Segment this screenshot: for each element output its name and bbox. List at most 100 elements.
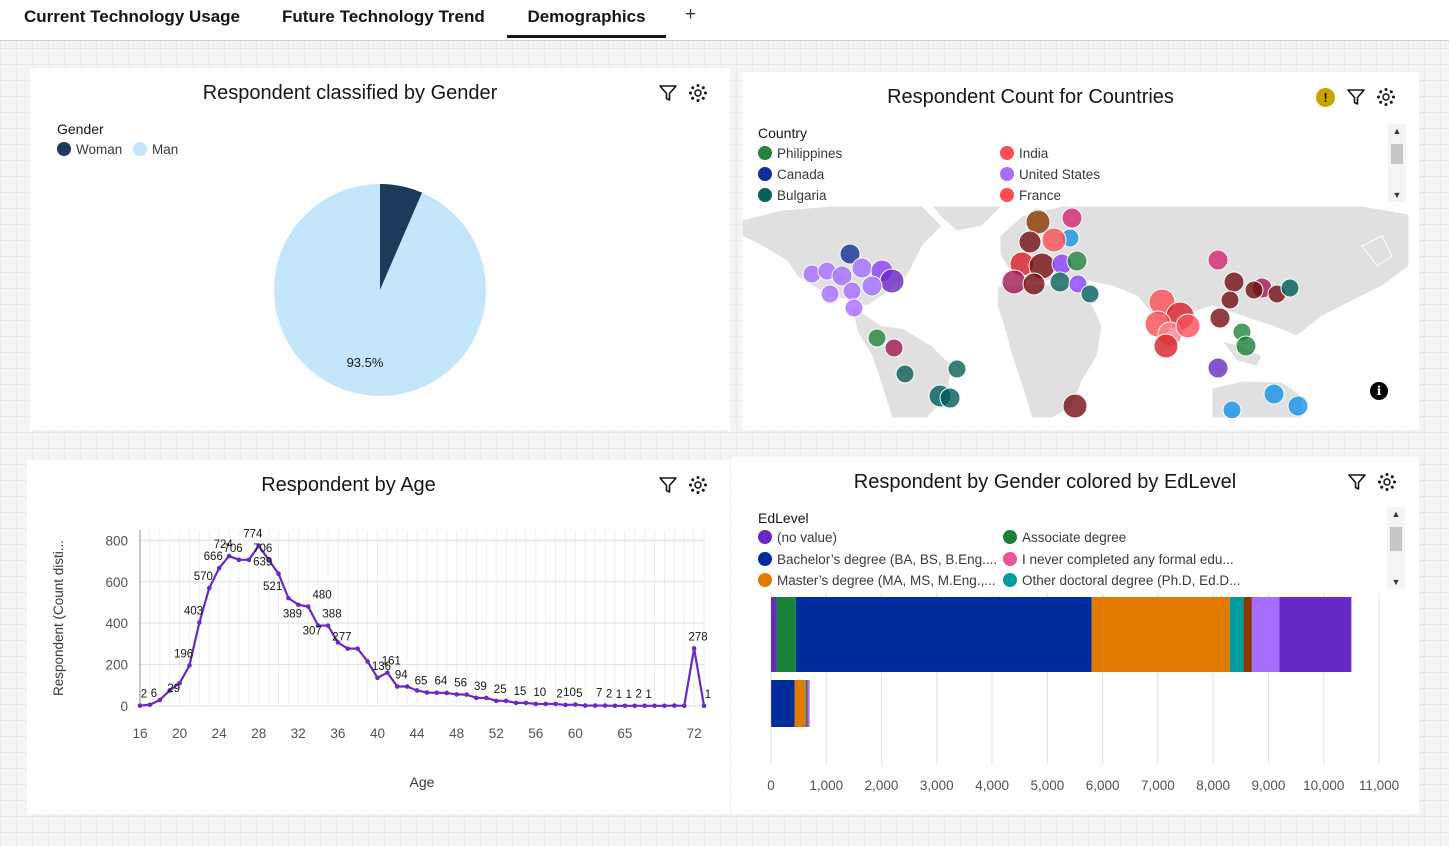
data-point[interactable]: [414, 688, 420, 693]
data-point[interactable]: [246, 557, 252, 563]
data-point[interactable]: [681, 703, 687, 709]
data-point[interactable]: [533, 701, 539, 707]
x-tick-label: 1,000: [809, 778, 843, 793]
data-point[interactable]: [276, 571, 281, 576]
data-point[interactable]: [325, 623, 331, 628]
tab-current-technology-usage[interactable]: Current Technology Usage: [24, 0, 240, 38]
data-point[interactable]: [157, 697, 163, 703]
legend-swatch: [1000, 167, 1014, 181]
data-point[interactable]: [464, 692, 469, 697]
data-point[interactable]: [216, 565, 222, 571]
data-point[interactable]: [612, 703, 618, 709]
legend-item-united-states[interactable]: United States: [1000, 167, 1100, 182]
legend-swatch: [758, 146, 772, 160]
data-point[interactable]: [365, 659, 370, 664]
scroll-up-icon[interactable]: ▲: [1388, 126, 1406, 136]
data-point[interactable]: [513, 700, 519, 706]
legend-item-india[interactable]: India: [1000, 146, 1048, 161]
data-point[interactable]: [424, 690, 430, 695]
data-point[interactable]: [404, 684, 410, 689]
gender-pie-chart[interactable]: 93.5%: [30, 68, 730, 430]
data-point[interactable]: [206, 585, 212, 591]
data-label: 94: [395, 670, 408, 682]
bar-segment-woman[interactable]: [794, 680, 806, 727]
data-point[interactable]: [563, 702, 568, 708]
data-point[interactable]: [493, 698, 499, 704]
bar-segment-man[interactable]: [1091, 597, 1230, 672]
data-point[interactable]: [375, 675, 380, 681]
data-point[interactable]: [474, 695, 479, 701]
data-point[interactable]: [286, 595, 291, 601]
bar-segment-man[interactable]: [776, 597, 796, 672]
legend-item-philippines[interactable]: Philippines: [758, 146, 842, 161]
data-point[interactable]: [394, 684, 400, 689]
data-point[interactable]: [582, 703, 588, 708]
data-point[interactable]: [652, 703, 657, 709]
tab-future-technology-trend[interactable]: Future Technology Trend: [282, 0, 485, 38]
data-point[interactable]: [345, 646, 351, 651]
info-icon[interactable]: i: [1370, 382, 1388, 400]
legend-item-canada[interactable]: Canada: [758, 167, 824, 182]
data-point[interactable]: [236, 557, 242, 563]
data-point[interactable]: [503, 698, 509, 704]
data-label: 1: [626, 689, 632, 701]
data-point[interactable]: [187, 663, 192, 668]
scroll-thumb[interactable]: [1391, 144, 1403, 164]
bar-segment-man[interactable]: [1229, 597, 1244, 672]
data-point[interactable]: [602, 703, 608, 708]
data-point[interactable]: [484, 695, 489, 701]
data-point[interactable]: [662, 703, 667, 709]
data-point[interactable]: [592, 703, 598, 708]
data-point[interactable]: [553, 701, 558, 707]
x-tick-label: 36: [330, 726, 345, 741]
legend-swatch: [1000, 146, 1014, 160]
data-point[interactable]: [523, 700, 529, 706]
data-point[interactable]: [137, 703, 143, 708]
legend-label: United States: [1019, 167, 1101, 182]
warning-icon[interactable]: !: [1316, 88, 1335, 107]
bar-segment-man[interactable]: [1251, 597, 1280, 672]
data-point[interactable]: [454, 692, 459, 697]
tab-bar: Current Technology Usage Future Technolo…: [0, 0, 1449, 41]
legend-scrollbar[interactable]: ▲ ▼: [1388, 124, 1406, 202]
tab-demographics[interactable]: Demographics: [507, 0, 666, 38]
data-point[interactable]: [444, 690, 450, 696]
data-label: 277: [332, 632, 351, 644]
data-point[interactable]: [672, 703, 677, 708]
filter-icon[interactable]: [1346, 87, 1366, 107]
data-point[interactable]: [197, 620, 202, 625]
data-point[interactable]: [642, 703, 647, 709]
legend-item-france[interactable]: France: [1000, 188, 1061, 203]
countries-panel: Respondent Count for Countries ! Country…: [742, 72, 1419, 430]
x-tick-label: 8,000: [1196, 778, 1230, 793]
data-point[interactable]: [543, 701, 548, 707]
bar-segment-woman[interactable]: [805, 680, 807, 727]
bar-segment-woman[interactable]: [807, 680, 810, 727]
data-point[interactable]: [701, 703, 707, 709]
data-point[interactable]: [305, 604, 311, 609]
data-point[interactable]: [573, 702, 578, 707]
data-point[interactable]: [622, 703, 628, 709]
bar-segment-man[interactable]: [771, 597, 777, 672]
bar-segment-woman[interactable]: [806, 680, 808, 727]
add-tab-button[interactable]: +: [685, 4, 696, 26]
legend-item-bulgaria[interactable]: Bulgaria: [758, 188, 827, 203]
world-map[interactable]: [742, 206, 1409, 418]
x-tick-label: 11,000: [1359, 778, 1399, 793]
bar-segment-man[interactable]: [1243, 597, 1252, 672]
bar-segment-man[interactable]: [795, 597, 1092, 672]
data-point[interactable]: [296, 602, 301, 608]
data-point[interactable]: [632, 703, 638, 709]
data-label: 278: [689, 631, 708, 643]
data-point[interactable]: [147, 702, 153, 708]
age-line-chart[interactable]: 020040060080016 20 24 28 32 36 40 44 48 52 56 60 65 7…: [27, 460, 730, 814]
data-point[interactable]: [434, 690, 440, 696]
scroll-down-icon[interactable]: ▼: [1388, 190, 1406, 200]
bar-segment-man[interactable]: [1279, 597, 1352, 672]
edlevel-stacked-bar-chart[interactable]: 0 1,000 2,000 3,000 4,000 5,000 6,000 7,000 8,00…: [731, 457, 1419, 814]
bar-segment-woman[interactable]: [771, 680, 795, 727]
smart-insights-icon[interactable]: [1376, 87, 1396, 107]
bar-segment-woman[interactable]: [771, 680, 772, 727]
data-point[interactable]: [691, 646, 697, 651]
data-point[interactable]: [355, 646, 360, 651]
